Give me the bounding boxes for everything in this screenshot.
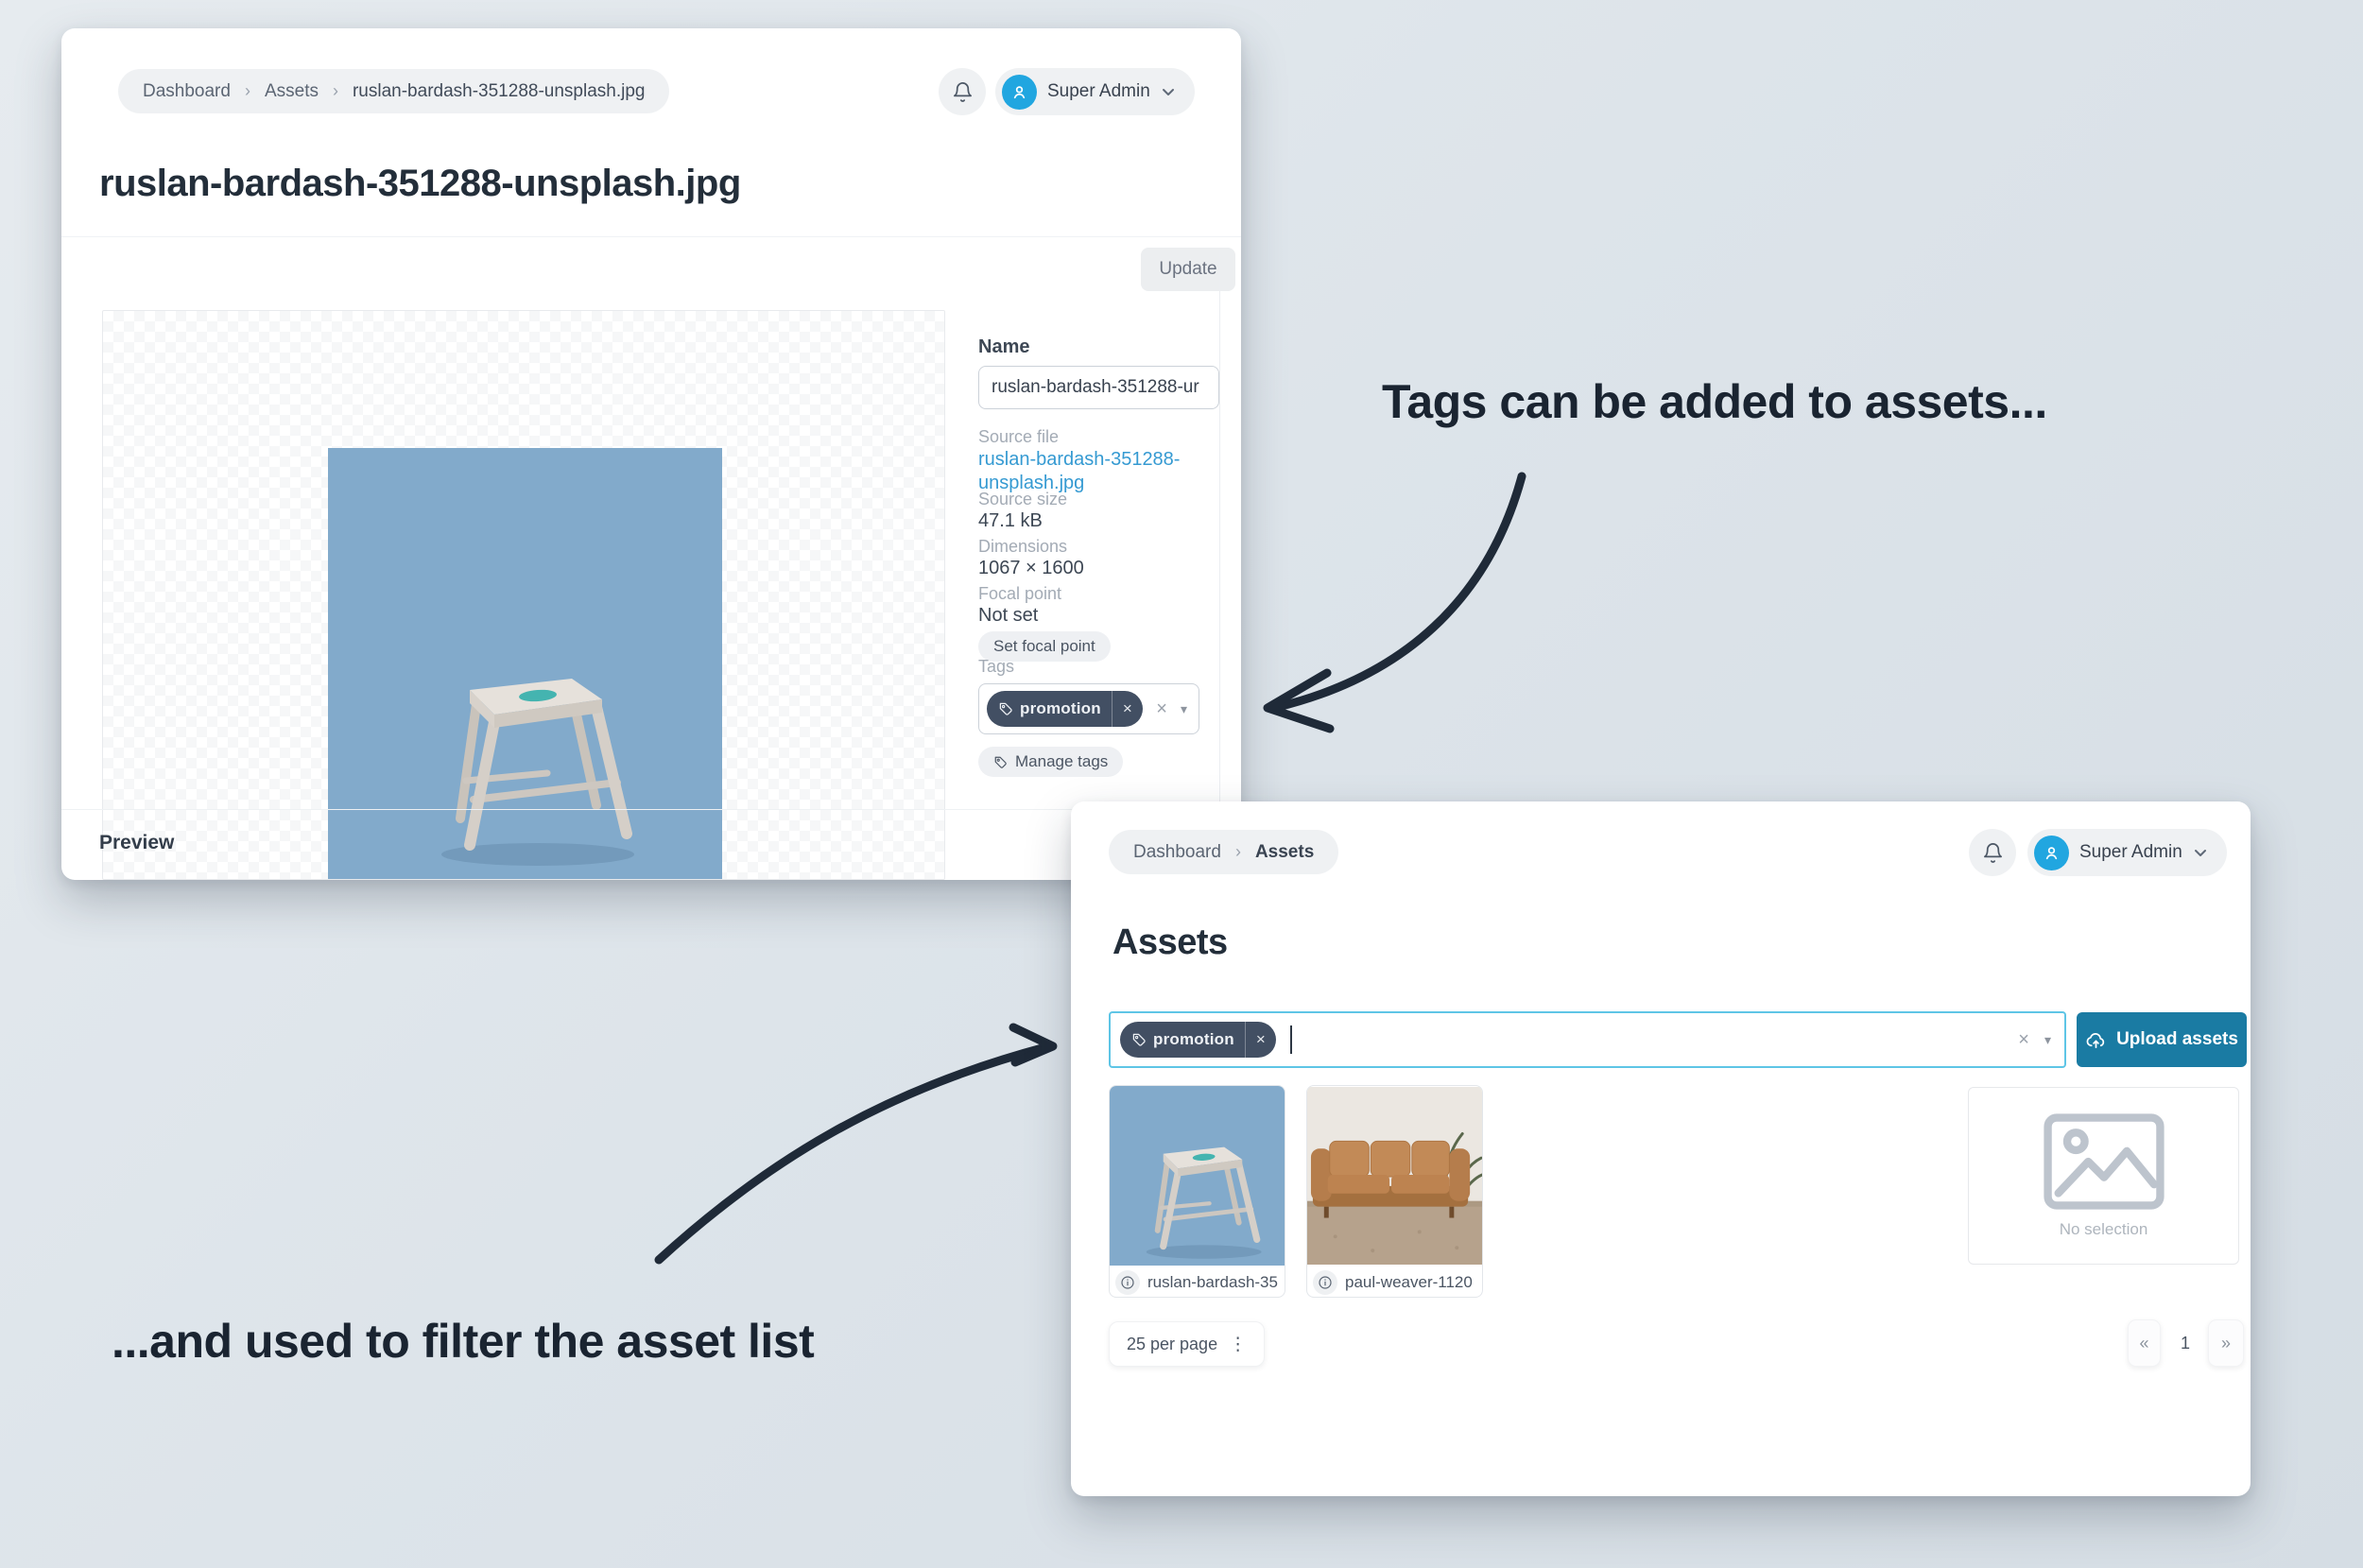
tag-chip-label: promotion — [1020, 699, 1101, 717]
dimensions-label: Dimensions — [978, 537, 1068, 556]
breadcrumb-separator-icon: › — [1234, 842, 1241, 861]
asset-card[interactable]: ruslan-bardash-35 — [1109, 1085, 1285, 1298]
pagination-next-button[interactable]: » — [2208, 1319, 2244, 1367]
source-size-label: Source size — [978, 490, 1068, 508]
filter-tag-label: promotion — [1153, 1030, 1234, 1048]
tag-filter-input[interactable]: promotion × × ▾ — [1109, 1011, 2066, 1068]
avatar — [1002, 74, 1037, 110]
breadcrumb-current: ruslan-bardash-351288-unsplash.jpg — [352, 80, 646, 101]
divider — [61, 236, 1241, 237]
asset-detail-window: Dashboard › Assets › ruslan-bardash-3512… — [61, 28, 1241, 880]
arrow-to-filter-head — [1009, 1023, 1058, 1067]
preview-section-title: Preview — [99, 832, 175, 853]
no-selection-panel: No selection — [1968, 1087, 2239, 1265]
user-menu[interactable]: Super Admin — [2027, 829, 2227, 876]
chevron-down-icon — [1162, 89, 1174, 95]
notifications-button[interactable] — [939, 68, 986, 115]
remove-tag-button[interactable]: × — [1113, 699, 1143, 718]
focal-point-value: Not set — [978, 605, 1039, 626]
screenshot-canvas: Tags can be added to assets... ...and us… — [0, 0, 2363, 1568]
tag-icon — [1132, 1033, 1146, 1046]
tags-input[interactable]: promotion × × ▾ — [978, 683, 1199, 734]
manage-tags-label: Manage tags — [1015, 752, 1109, 770]
user-icon — [2045, 846, 2058, 859]
arrow-to-filter — [654, 1042, 1050, 1265]
tags-label: Tags — [978, 657, 1015, 676]
remove-filter-tag-button[interactable]: × — [1246, 1030, 1276, 1049]
dropdown-caret-icon[interactable]: ▾ — [1181, 701, 1187, 717]
clear-filter-button[interactable]: × — [2018, 1029, 2029, 1051]
tag-icon — [999, 702, 1012, 715]
bell-icon — [953, 81, 972, 102]
info-icon — [1319, 1275, 1332, 1289]
breadcrumb-assets: Assets — [1254, 841, 1315, 862]
tag-icon — [994, 756, 1007, 768]
no-selection-label: No selection — [2059, 1220, 2148, 1238]
text-cursor — [1289, 1025, 1292, 1054]
upload-assets-label: Upload assets — [2116, 1029, 2238, 1049]
focal-point-label: Focal point — [978, 584, 1062, 603]
source-file-link[interactable]: ruslan-bardash-351288-unsplash.jpg — [978, 448, 1184, 495]
page-title: Assets — [1113, 922, 1228, 962]
filter-tag-chip: promotion × — [1120, 1022, 1276, 1058]
per-page-label: 25 per page — [1127, 1334, 1218, 1353]
notifications-button[interactable] — [1969, 829, 2016, 876]
arrow-to-tags-head — [1263, 668, 1335, 733]
user-name: Super Admin — [2079, 842, 2182, 862]
breadcrumb-dashboard[interactable]: Dashboard — [143, 81, 231, 102]
annotation-tags-note: Tags can be added to assets... — [1382, 375, 2047, 428]
pagination-current-page: 1 — [2180, 1333, 2190, 1353]
info-icon — [1121, 1275, 1134, 1289]
update-button[interactable]: Update — [1141, 248, 1235, 291]
breadcrumb-dashboard[interactable]: Dashboard — [1133, 842, 1221, 863]
user-menu[interactable]: Super Admin — [995, 68, 1195, 115]
breadcrumb: Dashboard › Assets — [1109, 830, 1339, 874]
source-size-value: 47.1 kB — [978, 510, 1043, 531]
asset-thumbnail — [1307, 1086, 1482, 1266]
pagination-prev-button[interactable]: « — [2128, 1319, 2161, 1367]
asset-filename: ruslan-bardash-35 — [1147, 1272, 1278, 1291]
kebab-icon: ⋮ — [1229, 1334, 1248, 1354]
dimensions-value: 1067 × 1600 — [978, 558, 1084, 578]
asset-thumbnail — [1110, 1086, 1285, 1266]
asset-info-button[interactable] — [1115, 1269, 1140, 1295]
dropdown-caret-icon[interactable]: ▾ — [2044, 1032, 2051, 1048]
breadcrumb-separator-icon: › — [244, 81, 250, 100]
page-title: ruslan-bardash-351288-unsplash.jpg — [99, 163, 741, 204]
divider — [61, 809, 1241, 810]
name-input[interactable] — [978, 366, 1219, 409]
scrollbar-track[interactable] — [1219, 250, 1220, 880]
manage-tags-button[interactable]: Manage tags — [978, 747, 1124, 777]
source-file-label: Source file — [978, 427, 1060, 446]
breadcrumb-separator-icon: › — [332, 81, 338, 100]
tag-chip: promotion × — [987, 691, 1143, 727]
cloud-upload-icon — [2086, 1032, 2105, 1048]
breadcrumb-assets[interactable]: Assets — [265, 81, 319, 102]
upload-assets-button[interactable]: Upload assets — [2077, 1012, 2247, 1067]
annotation-filter-note: ...and used to filter the asset list — [112, 1315, 815, 1368]
clear-tags-button[interactable]: × — [1156, 698, 1167, 720]
name-label: Name — [978, 336, 1030, 357]
chevron-down-icon — [2194, 850, 2206, 856]
bell-icon — [1983, 842, 2002, 863]
avatar — [2034, 835, 2069, 870]
breadcrumb: Dashboard › Assets › ruslan-bardash-3512… — [118, 69, 670, 113]
asset-preview-image — [328, 448, 722, 880]
user-icon — [1013, 85, 1026, 98]
arrow-to-tags — [1273, 472, 1526, 712]
asset-preview-panel — [102, 310, 945, 880]
user-name: Super Admin — [1047, 81, 1150, 101]
assets-list-window: Dashboard › Assets Super Admin Assets pr… — [1071, 801, 2251, 1496]
asset-card[interactable]: paul-weaver-1120 — [1306, 1085, 1483, 1298]
asset-info-button[interactable] — [1313, 1269, 1337, 1295]
per-page-button[interactable]: 25 per page ⋮ — [1109, 1321, 1266, 1367]
asset-filename: paul-weaver-1120 — [1345, 1272, 1473, 1291]
image-placeholder-icon — [2043, 1113, 2165, 1210]
